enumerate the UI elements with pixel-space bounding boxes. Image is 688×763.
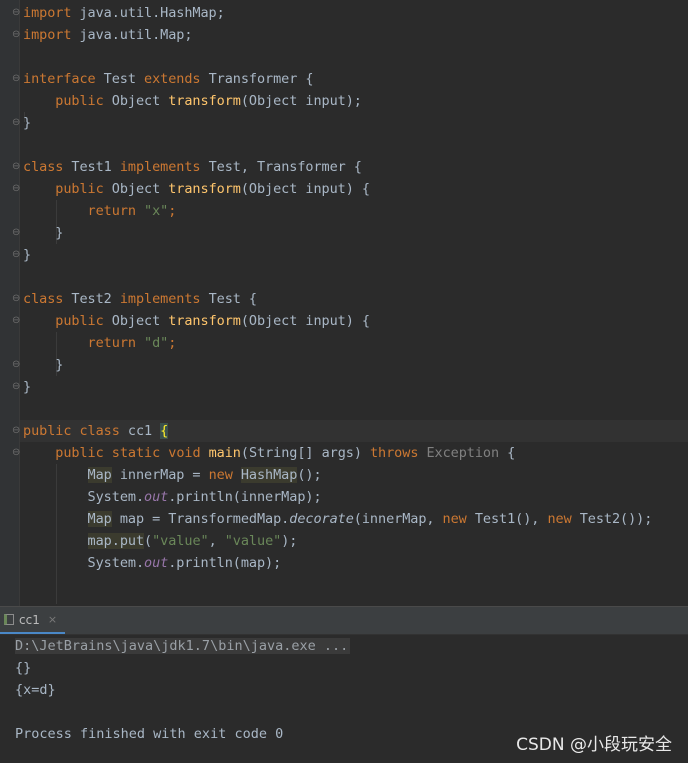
console-output-line: {} [15,660,32,676]
fold-marker-icon[interactable]: ⊖ [12,448,20,458]
fold-marker-icon[interactable]: ⊖ [12,228,20,238]
run-tool-window: cc1 × D:\JetBrains\java\jdk1.7\bin\java.… [0,606,688,763]
fold-marker-icon[interactable]: ⊖ [12,426,20,436]
code-line: } [55,357,64,373]
close-icon[interactable]: × [48,613,57,626]
fold-marker-icon[interactable]: ⊖ [12,74,20,84]
console-output-line: {x=d} [15,682,56,698]
fold-marker-icon[interactable]: ⊖ [12,118,20,128]
fold-marker-icon[interactable]: ⊖ [12,8,20,18]
code-line: import java.util.Map; [23,27,193,43]
code-line: class Test1 implements Test, Transformer… [23,159,362,175]
code-line: public Object transform(Object input) { [55,313,370,329]
code-line: } [23,379,32,395]
code-line: } [23,115,32,131]
fold-marker-icon[interactable]: ⊖ [12,184,20,194]
code-line-current: public class cc1 { [20,420,688,442]
code-line: interface Test extends Transformer { [23,71,314,87]
fold-marker-icon[interactable]: ⊖ [12,294,20,304]
watermark: CSDN @小段玩安全 [516,735,672,755]
code-line: } [23,247,32,263]
code-line: public Object transform(Object input); [55,93,362,109]
fold-marker-icon[interactable]: ⊖ [12,250,20,260]
code-line: import java.util.HashMap; [23,5,225,21]
fold-marker-icon[interactable]: ⊖ [12,162,20,172]
code-editor[interactable]: ⊖ ⊖ ⊖ ⊖ ⊖ ⊖ ⊖ ⊖ ⊖ ⊖ ⊖ ⊖ ⊖ ⊖ import java.… [0,0,688,606]
code-line: } [55,225,64,241]
code-line: Map map = TransformedMap.decorate(innerM… [87,511,653,527]
code-line: class Test2 implements Test { [23,291,257,307]
tab-cc1[interactable]: cc1 × [0,607,66,634]
run-config-icon [4,614,14,625]
code-line: return "d"; [87,335,177,351]
fold-marker-icon[interactable]: ⊖ [12,382,20,392]
code-line: return "x"; [87,203,177,219]
fold-marker-icon[interactable]: ⊖ [12,360,20,370]
code-line: Map innerMap = new HashMap(); [87,467,322,483]
tab-label: cc1 [19,612,40,627]
code-line: System.out.println(map); [87,555,282,571]
code-line: public Object transform(Object input) { [55,181,370,197]
code-line: public static void main(String[] args) t… [55,445,516,461]
code-line: map.put("value", "value"); [87,533,298,549]
console-output-line: Process finished with exit code 0 [15,726,284,742]
fold-marker-icon[interactable]: ⊖ [12,30,20,40]
fold-marker-icon[interactable]: ⊖ [12,316,20,326]
run-tab-bar: cc1 × [0,607,688,635]
code-line: System.out.println(innerMap); [87,489,322,505]
console-command-line[interactable]: D:\JetBrains\java\jdk1.7\bin\java.exe ..… [15,635,351,657]
